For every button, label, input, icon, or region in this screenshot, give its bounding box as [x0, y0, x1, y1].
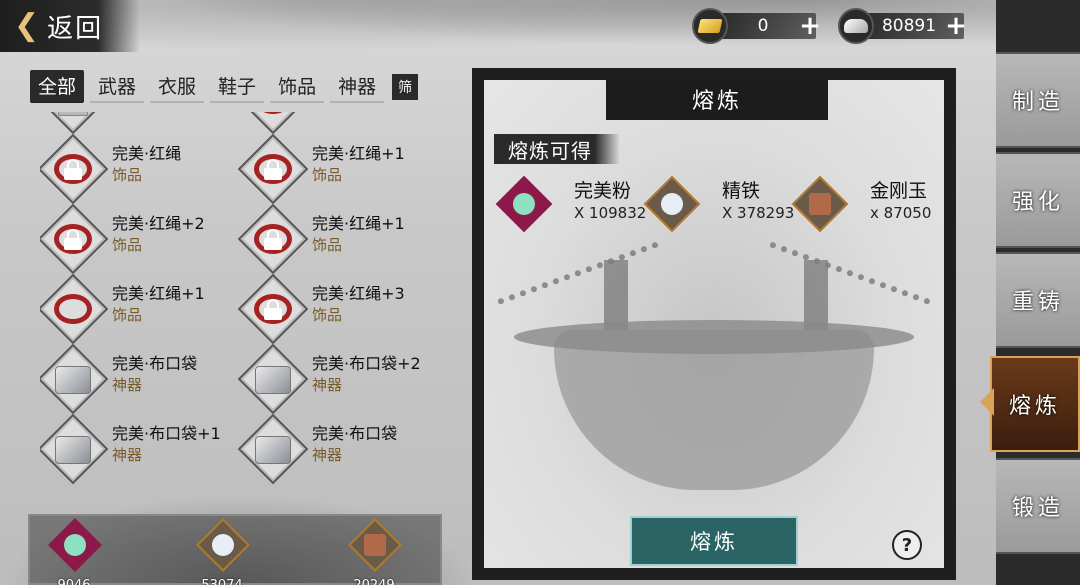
material-perfect-powder[interactable]: 9046 — [44, 518, 104, 585]
nav-active-arrow-icon — [980, 388, 994, 416]
nav-smelt[interactable]: 熔炼 — [990, 356, 1080, 452]
yield-name: 精铁 — [722, 180, 761, 202]
panel-title: 熔炼 — [606, 80, 828, 120]
chevron-left-icon: ❮ — [14, 8, 40, 43]
yield-name: 金刚玉 — [870, 180, 928, 202]
item-type: 饰品 — [312, 112, 342, 115]
perfect-powder-icon — [513, 193, 535, 215]
cloth-bag-icon — [55, 366, 91, 394]
material-value: 9046 — [39, 578, 109, 585]
perfect-powder-icon — [64, 534, 86, 556]
item-type: 衣服 — [112, 112, 142, 115]
inventory-item[interactable]: 完美·红绳饰品 — [40, 133, 240, 210]
cloth-bag-icon — [55, 436, 91, 464]
nav-enhance[interactable]: 强化 — [996, 152, 1080, 248]
item-type: 神器 — [312, 446, 343, 464]
yield-title: 熔炼可得 — [494, 134, 620, 164]
item-name: 完美·布口袋+1 — [112, 424, 221, 443]
item-type: 神器 — [112, 376, 143, 394]
item-name: 完美·红绳+3 — [312, 284, 405, 303]
yield-perfect-powder[interactable]: 完美粉 X 109832 — [494, 175, 654, 236]
item-type: 饰品 — [112, 236, 143, 254]
yield-qty: X 109832 — [574, 204, 647, 222]
refined-iron-icon — [212, 534, 234, 556]
item-name: 完美·布口袋+2 — [312, 354, 421, 373]
item-name: 完美·红绳+1 — [312, 144, 405, 163]
silver-currency: 80891 + — [838, 8, 974, 44]
tab-weapon[interactable]: 武器 — [90, 70, 145, 103]
yield-corundum[interactable]: 金刚玉 x 87050 — [790, 175, 944, 236]
yield-name: 完美粉 — [574, 180, 632, 202]
back-button[interactable]: ❮ 返回 — [0, 0, 140, 52]
item-name: 完美·布口袋 — [112, 354, 198, 373]
inventory-item[interactable]: 完美·布口袋+1 神器 — [40, 413, 240, 490]
tab-shoes[interactable]: 鞋子 — [210, 70, 265, 103]
material-refined-iron[interactable]: 53074 — [192, 518, 252, 585]
lock-icon — [264, 159, 282, 180]
lock-icon — [64, 229, 82, 250]
nav-recast[interactable]: 重铸 — [996, 252, 1080, 348]
add-gold-button[interactable]: + — [798, 11, 822, 41]
tab-accessory[interactable]: 饰品 — [270, 70, 325, 103]
owned-materials-bar: 9046 53074 20249 — [28, 514, 442, 585]
item-type: 饰品 — [312, 236, 343, 254]
inventory-item[interactable]: 完美·红绳+3 饰品 — [237, 273, 440, 350]
item-type: 神器 — [112, 446, 143, 464]
right-nav: 制造 强化 重铸 熔炼 锻造 — [990, 0, 1080, 585]
inventory-item[interactable]: 完美·布口袋+2 神器 — [237, 343, 440, 420]
item-type: 饰品 — [112, 166, 143, 184]
item-type: 神器 — [312, 376, 343, 394]
item-type: 饰品 — [112, 306, 143, 324]
lock-icon — [264, 229, 282, 250]
refined-iron-icon — [661, 193, 683, 215]
gold-ingot-icon — [692, 8, 728, 44]
smelt-button[interactable]: 熔炼 — [630, 516, 798, 566]
item-type: 饰品 — [312, 306, 343, 324]
item-name: 完美·红绳 — [112, 144, 182, 163]
red-rope-icon — [54, 294, 92, 324]
help-icon[interactable]: ? — [892, 530, 922, 560]
cauldron-illustration — [494, 241, 934, 510]
material-value: 53074 — [187, 578, 257, 585]
inventory-item[interactable]: 完美·红绳+1 饰品 — [237, 203, 440, 280]
item-name: 完美·红绳+2 — [112, 214, 205, 233]
inventory-item[interactable]: 完美·红绳+1 饰品 — [237, 133, 440, 210]
filter-button[interactable]: 筛 — [392, 73, 419, 100]
cloth-robe-icon — [58, 112, 88, 116]
item-name: 完美·红绳+1 — [312, 214, 405, 233]
yield-refined-iron[interactable]: 精铁 X 378293 — [642, 175, 802, 236]
smelt-panel: 熔炼 熔炼可得 完美粉 X 109832 精铁 X 378293 金刚玉 x 8… — [472, 68, 956, 580]
tab-all[interactable]: 全部 — [30, 70, 85, 103]
item-name: 完美·红绳+1 — [112, 284, 205, 303]
inventory-item[interactable]: 完美·红绳+1 饰品 — [40, 273, 240, 350]
back-label: 返回 — [47, 13, 104, 44]
yield-qty: X 378293 — [722, 204, 795, 222]
inventory-item[interactable]: 完美·红绳+2 饰品 — [40, 203, 240, 280]
item-grid[interactable]: 完美·布衣+4衣服完美·红绳+2饰品完美·红绳饰品完美·红绳+1饰品完美·红绳+… — [40, 112, 460, 510]
add-silver-button[interactable]: + — [944, 11, 968, 41]
lock-icon — [64, 159, 82, 180]
silver-value: 80891 — [881, 16, 937, 36]
nav-craft[interactable]: 制造 — [996, 52, 1080, 148]
corundum-icon — [364, 534, 386, 556]
yield-qty: x 87050 — [870, 204, 932, 222]
item-frame — [237, 112, 309, 135]
lock-icon — [264, 299, 282, 320]
cloth-bag-icon — [255, 366, 291, 394]
item-name: 完美·布口袋 — [312, 424, 398, 443]
gold-currency: 0 + — [692, 8, 826, 44]
inventory-item[interactable]: 完美·布口袋 神器 — [40, 343, 240, 420]
cloth-bag-icon — [255, 436, 291, 464]
inventory-item[interactable]: 完美·布口袋 神器 — [237, 413, 440, 490]
item-type: 饰品 — [312, 166, 343, 184]
material-corundum[interactable]: 20249 — [344, 518, 404, 585]
silver-ingot-icon — [838, 8, 874, 44]
corundum-icon — [809, 193, 831, 215]
tab-clothes[interactable]: 衣服 — [150, 70, 205, 103]
nav-forge[interactable]: 锻造 — [996, 458, 1080, 554]
category-tabs: 全部 武器 衣服 鞋子 饰品 神器 筛 — [30, 70, 419, 103]
material-value: 20249 — [339, 578, 409, 585]
gold-value: 0 — [757, 16, 769, 36]
tab-artifact[interactable]: 神器 — [330, 70, 385, 103]
